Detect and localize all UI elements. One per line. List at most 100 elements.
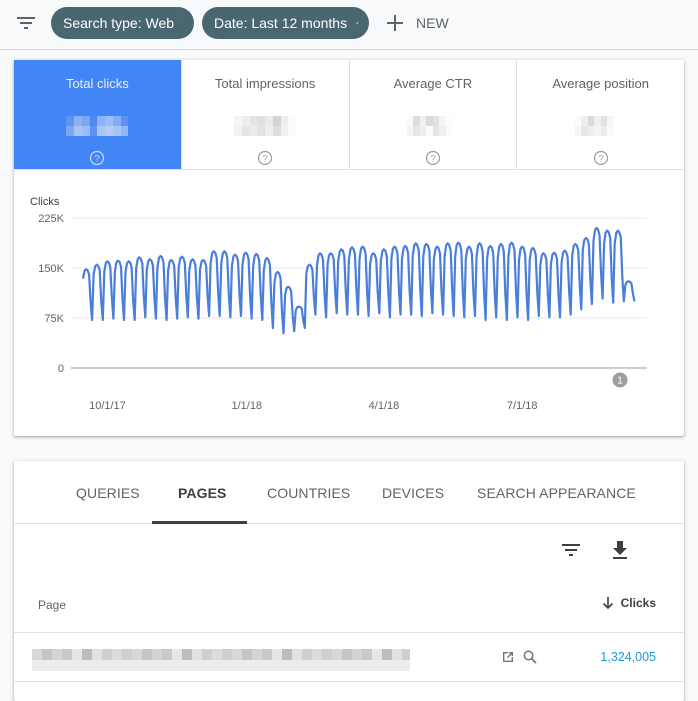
redaction-block [92, 649, 102, 660]
search-type-chip-label: Search type: Web [63, 15, 175, 31]
open-in-new-icon[interactable] [500, 649, 516, 665]
page-url-redacted[interactable] [32, 649, 412, 671]
tab-devices[interactable]: DEVICES [382, 485, 444, 501]
x-tick-label: 10/1/17 [89, 400, 126, 412]
y-axis-title: Clicks [30, 196, 60, 208]
download-icon[interactable] [609, 539, 631, 561]
metric-tabs: Total clicks ? Total impressions ? Avera… [14, 60, 684, 170]
new-filter-label: NEW [416, 15, 449, 31]
y-tick-label: 225K [38, 213, 64, 225]
redaction-block [162, 660, 172, 671]
metric-average-ctr[interactable]: Average CTR ? [348, 60, 517, 169]
metric-total-clicks[interactable]: Total clicks ? [14, 60, 181, 169]
redaction-block [212, 660, 222, 671]
redaction-block [352, 649, 362, 660]
redaction-block [182, 660, 192, 671]
redaction-block [322, 649, 332, 660]
redaction-block [172, 660, 182, 671]
tab-search-appearance[interactable]: SEARCH APPEARANCE [477, 485, 636, 501]
edit-pencil-icon[interactable] [356, 16, 359, 30]
redaction-block [72, 660, 82, 671]
redaction-block [322, 660, 332, 671]
search-type-chip[interactable]: Search type: Web [51, 7, 194, 39]
tab-pages[interactable]: PAGES [178, 485, 226, 501]
redaction-block [302, 649, 312, 660]
help-circle-icon[interactable]: ? [89, 150, 105, 166]
table-row[interactable]: 1,324,005 [14, 633, 684, 682]
performance-card: Total clicks ? Total impressions ? Avera… [14, 60, 684, 436]
help-circle-icon[interactable]: ? [425, 150, 441, 166]
column-header-clicks[interactable]: Clicks [602, 596, 656, 610]
annotation-label: 1 [617, 376, 623, 387]
redaction-block [372, 660, 382, 671]
redaction-block [32, 660, 42, 671]
redaction-block [102, 649, 112, 660]
svg-text:?: ? [262, 154, 267, 165]
svg-text:?: ? [430, 154, 435, 165]
redaction-block [282, 660, 292, 671]
redaction-block [372, 649, 382, 660]
plus-icon [387, 15, 403, 31]
redaction-block [232, 660, 242, 671]
date-range-chip-label: Date: Last 12 months [214, 15, 348, 31]
redaction-block [232, 649, 242, 660]
y-tick-label: 75K [44, 313, 64, 325]
y-tick-label: 0 [58, 363, 64, 375]
filter-list-icon[interactable] [560, 539, 582, 561]
redaction-block [382, 660, 392, 671]
redaction-block [362, 649, 372, 660]
active-tab-indicator [152, 521, 247, 524]
redaction-block [112, 660, 122, 671]
redaction-block [242, 660, 252, 671]
arrow-down-icon [602, 597, 613, 610]
filter-bar: Search type: Web Date: Last 12 months NE… [0, 0, 698, 50]
redaction-block [342, 649, 352, 660]
new-filter-button[interactable]: NEW [386, 10, 449, 36]
redaction-block [272, 649, 282, 660]
date-range-chip[interactable]: Date: Last 12 months [202, 7, 369, 39]
redaction-block [342, 660, 352, 671]
redaction-block [132, 660, 142, 671]
table-header: Page Clicks [14, 571, 684, 633]
redaction-block [52, 660, 62, 671]
filter-list-icon[interactable] [16, 14, 36, 32]
redaction-block [132, 649, 142, 660]
svg-text:?: ? [598, 154, 603, 165]
metric-average-position[interactable]: Average position ? [516, 60, 684, 169]
metric-value-redacted [406, 116, 459, 136]
redaction-block [392, 660, 402, 671]
redaction-block [152, 660, 162, 671]
redaction-block [312, 649, 322, 660]
redaction-block [282, 649, 292, 660]
redaction-block [162, 649, 172, 660]
redaction-block [262, 660, 272, 671]
dimension-tabs: QUERIES PAGES COUNTRIES DEVICES SEARCH A… [14, 461, 684, 524]
redaction-block [42, 660, 52, 671]
redaction-block [142, 660, 152, 671]
redaction-block [362, 660, 372, 671]
redaction-block [392, 649, 402, 660]
redaction-block [82, 649, 92, 660]
help-circle-icon[interactable]: ? [257, 150, 273, 166]
metric-label: Total impressions [214, 76, 316, 91]
redaction-block [52, 649, 62, 660]
edit-pencil-icon[interactable] [183, 16, 184, 30]
column-header-page[interactable]: Page [38, 598, 66, 612]
redaction-block [202, 649, 212, 660]
redaction-block [332, 660, 342, 671]
redaction-block [32, 649, 42, 660]
tab-queries[interactable]: QUERIES [76, 485, 140, 501]
annotation-marker[interactable]: 1 [612, 372, 628, 388]
clicks-line-chart: Clicks 225K 150K 75K 0 10/1/17 1/1/18 4/1/18 7… [30, 196, 647, 412]
metric-value-redacted [574, 116, 627, 136]
redaction-block [382, 649, 392, 660]
redaction-block [292, 660, 302, 671]
help-circle-icon[interactable]: ? [593, 150, 609, 166]
redaction-block [172, 649, 182, 660]
redacted-url-blocks [32, 649, 412, 671]
metric-total-impressions[interactable]: Total impressions ? [180, 60, 349, 169]
search-icon[interactable] [522, 649, 538, 665]
clicks-chart: Clicks 225K 150K 75K 0 10/1/17 1/1/18 4/1/18 7… [14, 170, 684, 436]
tab-countries[interactable]: COUNTRIES [267, 485, 350, 501]
redaction-block [92, 660, 102, 671]
